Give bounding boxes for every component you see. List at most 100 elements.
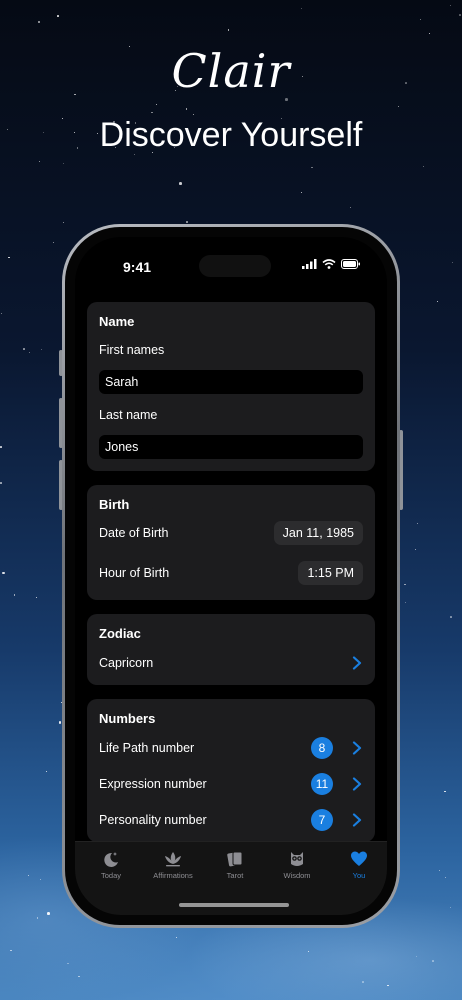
tab-you[interactable]: You xyxy=(329,850,387,880)
star xyxy=(186,220,188,223)
star xyxy=(450,616,452,618)
star xyxy=(0,446,2,448)
star xyxy=(156,103,158,105)
tab-tarot[interactable]: Tarot xyxy=(205,850,265,880)
star xyxy=(301,7,303,9)
star xyxy=(0,482,2,484)
hour-of-birth-picker[interactable]: 1:15 PM xyxy=(298,561,363,585)
star xyxy=(185,107,188,110)
lotus-icon xyxy=(165,852,181,867)
star xyxy=(36,916,39,919)
last-name-label: Last name xyxy=(99,408,158,422)
chevron-right-icon[interactable] xyxy=(351,777,363,791)
star xyxy=(178,182,182,185)
star xyxy=(452,262,454,264)
tab-wisdom[interactable]: Wisdom xyxy=(267,850,327,880)
expression-badge: 11 xyxy=(311,773,333,795)
birth-section-title: Birth xyxy=(99,497,130,512)
wifi-icon xyxy=(322,259,336,269)
chevron-right-icon[interactable] xyxy=(351,813,363,827)
last-name-field[interactable]: Jones xyxy=(99,435,363,459)
star xyxy=(459,14,461,16)
star xyxy=(301,192,303,194)
star xyxy=(45,771,47,773)
star xyxy=(37,20,41,24)
star xyxy=(416,956,418,958)
star xyxy=(175,936,177,938)
chevron-right-icon[interactable] xyxy=(351,656,363,670)
star xyxy=(36,596,38,598)
home-indicator xyxy=(179,903,289,907)
star xyxy=(423,166,425,168)
personality-row[interactable]: Personality number 7 xyxy=(99,802,363,838)
star xyxy=(308,951,310,953)
star xyxy=(362,981,364,983)
star xyxy=(27,874,29,876)
star xyxy=(444,790,446,793)
star xyxy=(2,571,5,575)
expression-row[interactable]: Expression number 11 xyxy=(99,766,363,802)
tarot-cards-icon xyxy=(227,851,243,867)
star xyxy=(47,911,50,915)
date-of-birth-picker[interactable]: Jan 11, 1985 xyxy=(273,521,363,545)
name-card: Name First names Sarah Last name Jones xyxy=(87,302,375,471)
numbers-section-title: Numbers xyxy=(99,711,156,726)
star xyxy=(8,256,10,259)
tab-affirmations[interactable]: Affirmations xyxy=(143,850,203,880)
star xyxy=(41,349,43,351)
star xyxy=(414,548,416,550)
numbers-card: Numbers Life Path number 8 Expression nu… xyxy=(87,699,375,842)
star xyxy=(23,348,26,350)
phone-frame: 9:41 Name First names Sarah Last name Jo… xyxy=(62,224,400,928)
dynamic-island xyxy=(199,255,271,277)
life-path-badge: 8 xyxy=(311,737,333,759)
star xyxy=(285,98,288,102)
app-title: Clair xyxy=(171,44,291,98)
chevron-right-icon[interactable] xyxy=(351,741,363,755)
zodiac-row[interactable]: Capricorn xyxy=(99,645,363,681)
date-of-birth-row: Date of Birth Jan 11, 1985 xyxy=(99,514,363,552)
star xyxy=(404,583,406,586)
status-time: 9:41 xyxy=(123,259,152,275)
star xyxy=(29,352,31,354)
star xyxy=(62,221,64,223)
hour-of-birth-label: Hour of Birth xyxy=(99,566,170,580)
star xyxy=(398,106,400,108)
star xyxy=(416,522,418,524)
star xyxy=(436,300,438,302)
star xyxy=(431,960,434,962)
life-path-label: Life Path number xyxy=(99,741,195,755)
first-names-label: First names xyxy=(99,343,165,357)
star xyxy=(428,33,430,35)
star xyxy=(311,166,313,169)
zodiac-card: Zodiac Capricorn xyxy=(87,614,375,685)
moon-stars-icon xyxy=(104,852,118,867)
star xyxy=(227,29,230,31)
tab-today-label: Today xyxy=(100,871,121,880)
star xyxy=(39,879,41,881)
first-names-field[interactable]: Sarah xyxy=(99,370,363,394)
star xyxy=(78,975,80,978)
profile-content: Name First names Sarah Last name Jones B… xyxy=(87,302,375,856)
star xyxy=(62,162,64,164)
personality-badge: 7 xyxy=(311,809,333,831)
star xyxy=(39,161,41,163)
star xyxy=(13,594,16,596)
star xyxy=(438,870,440,872)
star xyxy=(450,906,452,908)
heart-icon xyxy=(351,851,367,866)
expression-label: Expression number xyxy=(99,777,207,791)
zodiac-sign-label: Capricorn xyxy=(99,656,154,670)
phone-screen: 9:41 Name First names Sarah Last name Jo… xyxy=(75,237,387,915)
birth-card: Birth Date of Birth Jan 11, 1985 Hour of… xyxy=(87,485,375,600)
tab-today[interactable]: Today xyxy=(81,850,141,880)
hour-of-birth-row: Hour of Birth 1:15 PM xyxy=(99,552,363,594)
owl-icon xyxy=(291,852,303,866)
life-path-row[interactable]: Life Path number 8 xyxy=(99,730,363,766)
app-subtitle: Discover Yourself xyxy=(99,116,363,154)
star xyxy=(9,949,12,952)
personality-label: Personality number xyxy=(99,813,207,827)
signal-icon xyxy=(302,259,317,269)
star xyxy=(420,19,422,21)
star xyxy=(57,15,59,17)
